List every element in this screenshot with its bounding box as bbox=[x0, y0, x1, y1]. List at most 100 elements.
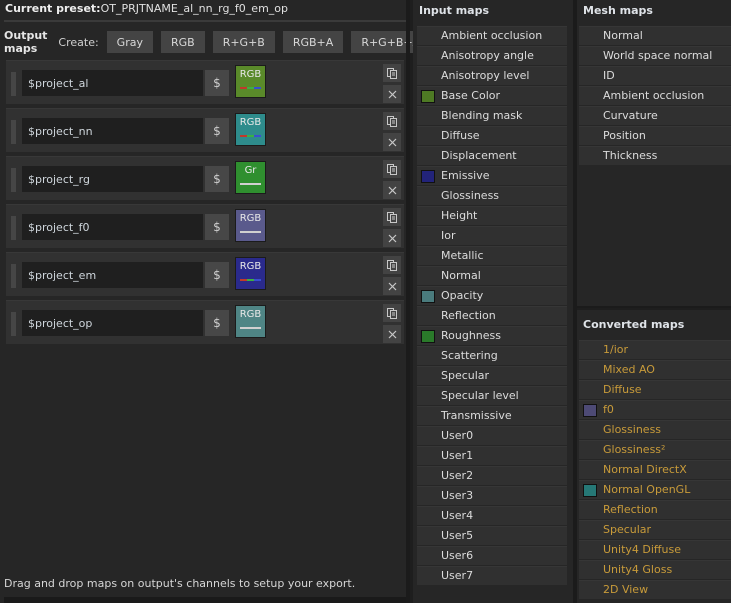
output-name-field[interactable] bbox=[22, 310, 203, 336]
insert-variable-button[interactable]: $ bbox=[205, 70, 229, 96]
converted-maps-list: 1/ior Mixed AO Diffuse f0 Glossiness Glossine… bbox=[579, 340, 731, 600]
input-map-item[interactable]: Transmissive bbox=[417, 406, 567, 425]
channel-swatch[interactable]: RGB bbox=[235, 305, 266, 338]
channel-swatch[interactable]: RGB bbox=[235, 65, 266, 98]
converted-map-item[interactable]: f0 bbox=[579, 400, 731, 419]
create-gray-button[interactable]: Gray bbox=[106, 31, 153, 53]
converted-map-item[interactable]: 2D View bbox=[579, 580, 731, 599]
input-map-item[interactable]: Roughness bbox=[417, 326, 567, 345]
channel-swatch[interactable]: Gr bbox=[235, 161, 266, 194]
duplicate-button[interactable] bbox=[383, 208, 401, 226]
horizontal-scrollbar[interactable] bbox=[4, 597, 406, 603]
input-map-item[interactable]: Blending mask bbox=[417, 106, 567, 125]
input-map-item[interactable]: User7 bbox=[417, 566, 567, 585]
duplicate-button[interactable] bbox=[383, 64, 401, 82]
converted-map-item[interactable]: Unity4 Gloss bbox=[579, 560, 731, 579]
channel-format-label: Gr bbox=[244, 165, 257, 176]
input-map-item[interactable]: Base Color bbox=[417, 86, 567, 105]
create-rgb-a-button[interactable]: RGB+A bbox=[282, 31, 344, 53]
delete-button[interactable] bbox=[383, 181, 401, 199]
mesh-map-item[interactable]: Thickness bbox=[579, 146, 731, 165]
input-map-item[interactable]: Specular bbox=[417, 366, 567, 385]
output-map-row: $ RGB bbox=[6, 204, 404, 248]
insert-variable-button[interactable]: $ bbox=[205, 214, 229, 240]
duplicate-button[interactable] bbox=[383, 160, 401, 178]
create-r-g-b-button[interactable]: R+G+B bbox=[212, 31, 275, 53]
converted-map-item[interactable]: Mixed AO bbox=[579, 360, 731, 379]
input-map-item[interactable]: Height bbox=[417, 206, 567, 225]
input-map-item[interactable]: Anisotropy level bbox=[417, 66, 567, 85]
input-map-item[interactable]: Emissive bbox=[417, 166, 567, 185]
mesh-map-item[interactable]: Ambient occlusion bbox=[579, 86, 731, 105]
vertical-scrollbar[interactable] bbox=[406, 0, 410, 603]
map-label: Opacity bbox=[441, 289, 484, 302]
map-label: User1 bbox=[441, 449, 474, 462]
drag-handle[interactable] bbox=[11, 72, 16, 96]
insert-variable-button[interactable]: $ bbox=[205, 310, 229, 336]
input-map-item[interactable]: User1 bbox=[417, 446, 567, 465]
input-map-item[interactable]: Glossiness bbox=[417, 186, 567, 205]
drag-handle[interactable] bbox=[11, 120, 16, 144]
mesh-map-item[interactable]: Position bbox=[579, 126, 731, 145]
converted-map-item[interactable]: Reflection bbox=[579, 500, 731, 519]
input-map-item[interactable]: Ior bbox=[417, 226, 567, 245]
output-name-field[interactable] bbox=[22, 214, 203, 240]
converted-map-item[interactable]: Glossiness² bbox=[579, 440, 731, 459]
input-map-item[interactable]: User0 bbox=[417, 426, 567, 445]
converted-map-item[interactable]: Normal DirectX bbox=[579, 460, 731, 479]
converted-map-item[interactable]: Diffuse bbox=[579, 380, 731, 399]
output-name-field[interactable] bbox=[22, 70, 203, 96]
input-map-item[interactable]: Ambient occlusion bbox=[417, 26, 567, 45]
channel-swatch[interactable]: RGB bbox=[235, 209, 266, 242]
input-map-item[interactable]: Normal bbox=[417, 266, 567, 285]
input-map-item[interactable]: Reflection bbox=[417, 306, 567, 325]
drag-handle[interactable] bbox=[11, 216, 16, 240]
duplicate-button[interactable] bbox=[383, 112, 401, 130]
converted-map-item[interactable]: Unity4 Diffuse bbox=[579, 540, 731, 559]
input-map-item[interactable]: User2 bbox=[417, 466, 567, 485]
input-map-item[interactable]: Specular level bbox=[417, 386, 567, 405]
input-map-item[interactable]: User5 bbox=[417, 526, 567, 545]
input-map-item[interactable]: Opacity bbox=[417, 286, 567, 305]
input-map-item[interactable]: Anisotropy angle bbox=[417, 46, 567, 65]
converted-map-item[interactable]: Glossiness bbox=[579, 420, 731, 439]
converted-map-item[interactable]: 1/ior bbox=[579, 340, 731, 359]
converted-map-item[interactable]: Normal OpenGL bbox=[579, 480, 731, 499]
drag-handle[interactable] bbox=[11, 264, 16, 288]
channel-swatch[interactable]: RGB bbox=[235, 257, 266, 290]
mesh-map-item[interactable]: World space normal bbox=[579, 46, 731, 65]
map-label: Specular bbox=[441, 369, 490, 382]
input-map-item[interactable]: User3 bbox=[417, 486, 567, 505]
map-label: ID bbox=[603, 69, 615, 82]
input-map-item[interactable]: Metallic bbox=[417, 246, 567, 265]
delete-button[interactable] bbox=[383, 325, 401, 343]
map-label: Diffuse bbox=[603, 383, 642, 396]
delete-button[interactable] bbox=[383, 133, 401, 151]
create-rgb-button[interactable]: RGB bbox=[160, 31, 205, 53]
input-map-item[interactable]: User4 bbox=[417, 506, 567, 525]
insert-variable-button[interactable]: $ bbox=[205, 262, 229, 288]
duplicate-button[interactable] bbox=[383, 256, 401, 274]
input-map-item[interactable]: Displacement bbox=[417, 146, 567, 165]
mesh-map-item[interactable]: ID bbox=[579, 66, 731, 85]
insert-variable-button[interactable]: $ bbox=[205, 118, 229, 144]
duplicate-button[interactable] bbox=[383, 304, 401, 322]
output-name-field[interactable] bbox=[22, 118, 203, 144]
channel-bar bbox=[240, 327, 261, 329]
delete-button[interactable] bbox=[383, 229, 401, 247]
mesh-map-item[interactable]: Normal bbox=[579, 26, 731, 45]
output-name-field[interactable] bbox=[22, 262, 203, 288]
output-name-field[interactable] bbox=[22, 166, 203, 192]
map-color-swatch bbox=[421, 170, 435, 183]
input-map-item[interactable]: Scattering bbox=[417, 346, 567, 365]
drag-handle[interactable] bbox=[11, 312, 16, 336]
channel-swatch[interactable]: RGB bbox=[235, 113, 266, 146]
input-map-item[interactable]: Diffuse bbox=[417, 126, 567, 145]
delete-button[interactable] bbox=[383, 277, 401, 295]
drag-handle[interactable] bbox=[11, 168, 16, 192]
mesh-map-item[interactable]: Curvature bbox=[579, 106, 731, 125]
converted-map-item[interactable]: Specular bbox=[579, 520, 731, 539]
insert-variable-button[interactable]: $ bbox=[205, 166, 229, 192]
input-map-item[interactable]: User6 bbox=[417, 546, 567, 565]
delete-button[interactable] bbox=[383, 85, 401, 103]
